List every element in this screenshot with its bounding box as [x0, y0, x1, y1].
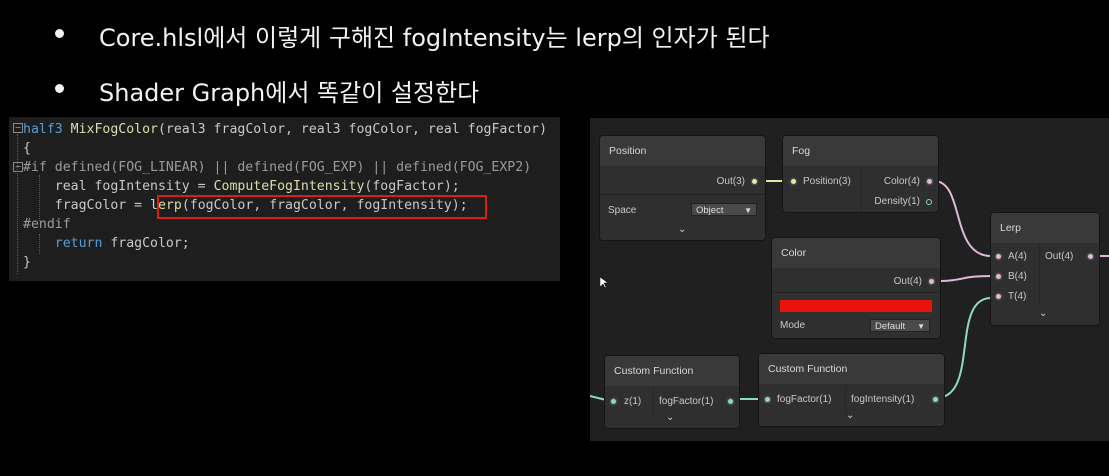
- input-port-dot[interactable]: [765, 397, 770, 402]
- code-editor: − − half3 MixFogColor(real3 fragColor, r…: [9, 117, 560, 281]
- mode-label: Mode: [780, 320, 806, 331]
- output-port-dot[interactable]: [728, 399, 733, 404]
- code-line: real fogIntensity = ComputeFogIntensity(…: [23, 177, 460, 196]
- code-line: #if defined(FOG_LINEAR) || defined(FOG_E…: [23, 158, 531, 177]
- indent-guide: [17, 134, 18, 274]
- chevron-down-icon[interactable]: ⌄: [678, 224, 686, 235]
- code-token: (real3 fragColor, real3 fogColor, real f…: [157, 122, 548, 137]
- input-port-dot[interactable]: [791, 179, 796, 184]
- port-label: Position(3): [803, 176, 851, 187]
- input-port-dot[interactable]: [996, 254, 1001, 259]
- output-port-dot[interactable]: [933, 397, 938, 402]
- port-label: fogFactor(1): [777, 394, 832, 405]
- custom-function-node-1[interactable]: Custom Function z(1) fogFactor(1) ⌄: [605, 356, 739, 428]
- dropdown-value: Object: [696, 205, 724, 216]
- fog-node[interactable]: Fog Position(3) Color(4) Density(1): [783, 136, 938, 212]
- code-token: return: [54, 236, 103, 251]
- bullet-dot: [55, 29, 64, 38]
- port-label: fogIntensity(1): [851, 394, 915, 405]
- bullet-text: Core.hlsl에서 이렇게 구해진 fogIntensity는 lerp의 …: [99, 24, 770, 52]
- code-token: {: [23, 141, 31, 156]
- port-label: A(4): [1008, 251, 1027, 262]
- port-label: Out(4): [1045, 251, 1074, 262]
- dropdown-value: Default: [875, 321, 906, 332]
- code-token: }: [23, 255, 31, 270]
- code-line: return fragColor;: [23, 234, 190, 253]
- custom-function-node-2[interactable]: Custom Function fogFactor(1) fogIntensit…: [759, 354, 944, 426]
- port-label: T(4): [1008, 291, 1027, 302]
- node-title: Fog: [783, 136, 938, 166]
- lerp-highlight-box: [157, 195, 487, 219]
- wire-cf2-to-lerp-t: [935, 297, 992, 399]
- output-port-dot[interactable]: [926, 199, 932, 205]
- color-node[interactable]: Color Out(4) Mode Default ▼: [772, 238, 940, 338]
- output-port-dot[interactable]: [752, 179, 757, 184]
- lerp-node[interactable]: Lerp A(4) B(4) T(4) Out(4) ⌄: [991, 213, 1099, 325]
- node-title: Lerp: [991, 213, 1099, 243]
- node-title: Custom Function: [759, 354, 944, 384]
- code-token: #endif: [23, 217, 71, 232]
- output-port-dot[interactable]: [1088, 254, 1093, 259]
- code-line: half3 MixFogColor(real3 fragColor, real3…: [23, 120, 547, 139]
- shader-graph-canvas[interactable]: Position Out(3) Space Object ▼ ⌄ Fog Pos…: [590, 118, 1109, 441]
- dropdown-arrow-icon: ▼: [744, 206, 752, 215]
- port-label: fogFactor(1): [659, 396, 714, 407]
- color-swatch[interactable]: [780, 300, 932, 312]
- input-port-dot[interactable]: [611, 399, 616, 404]
- position-node[interactable]: Position Out(3) Space Object ▼ ⌄: [600, 136, 765, 240]
- code-token: MixFogColor: [62, 122, 158, 137]
- code-line: #endif: [23, 215, 71, 234]
- port-label: z(1): [624, 396, 642, 407]
- code-token: (fogFactor);: [364, 179, 460, 194]
- bullet-dot: [55, 84, 64, 93]
- port-label: Density(1): [874, 196, 920, 207]
- port-label: Color(4): [883, 176, 920, 187]
- wire-color-to-lerp-b: [935, 275, 992, 282]
- input-port-dot[interactable]: [996, 294, 1001, 299]
- port-label: Out(3): [716, 176, 745, 187]
- port-label: Out(4): [893, 276, 922, 287]
- bullet-text: Shader Graph에서 똑같이 설정한다: [99, 79, 480, 107]
- fold-toggle-icon[interactable]: −: [13, 123, 23, 133]
- node-title: Color: [772, 238, 940, 268]
- code-token: half3: [23, 122, 63, 137]
- wire-fog-color-to-lerp-a: [933, 180, 992, 257]
- mode-dropdown[interactable]: Default ▼: [870, 319, 930, 332]
- node-title: Custom Function: [605, 356, 739, 386]
- fold-toggle-icon[interactable]: −: [13, 162, 23, 172]
- input-port-dot[interactable]: [996, 274, 1001, 279]
- dropdown-arrow-icon: ▼: [917, 322, 925, 331]
- chevron-down-icon[interactable]: ⌄: [846, 410, 854, 421]
- chevron-down-icon[interactable]: ⌄: [1039, 308, 1047, 319]
- space-dropdown[interactable]: Object ▼: [691, 203, 757, 216]
- code-token: ComputeFogIntensity: [213, 179, 365, 194]
- code-line: {: [23, 139, 31, 158]
- chevron-down-icon[interactable]: ⌄: [666, 412, 674, 423]
- code-line: }: [23, 253, 31, 272]
- code-token: #if defined(FOG_LINEAR) || defined(FOG_E…: [23, 160, 532, 175]
- space-label: Space: [608, 205, 637, 216]
- code-token: real fogIntensity =: [23, 179, 214, 194]
- code-token: fragColor;: [102, 236, 190, 251]
- code-token: fragColor =: [23, 198, 151, 213]
- port-label: B(4): [1008, 271, 1027, 282]
- node-title: Position: [600, 136, 765, 166]
- output-port-dot[interactable]: [929, 279, 934, 284]
- output-port-dot[interactable]: [927, 179, 932, 184]
- mouse-cursor-icon: [600, 277, 608, 289]
